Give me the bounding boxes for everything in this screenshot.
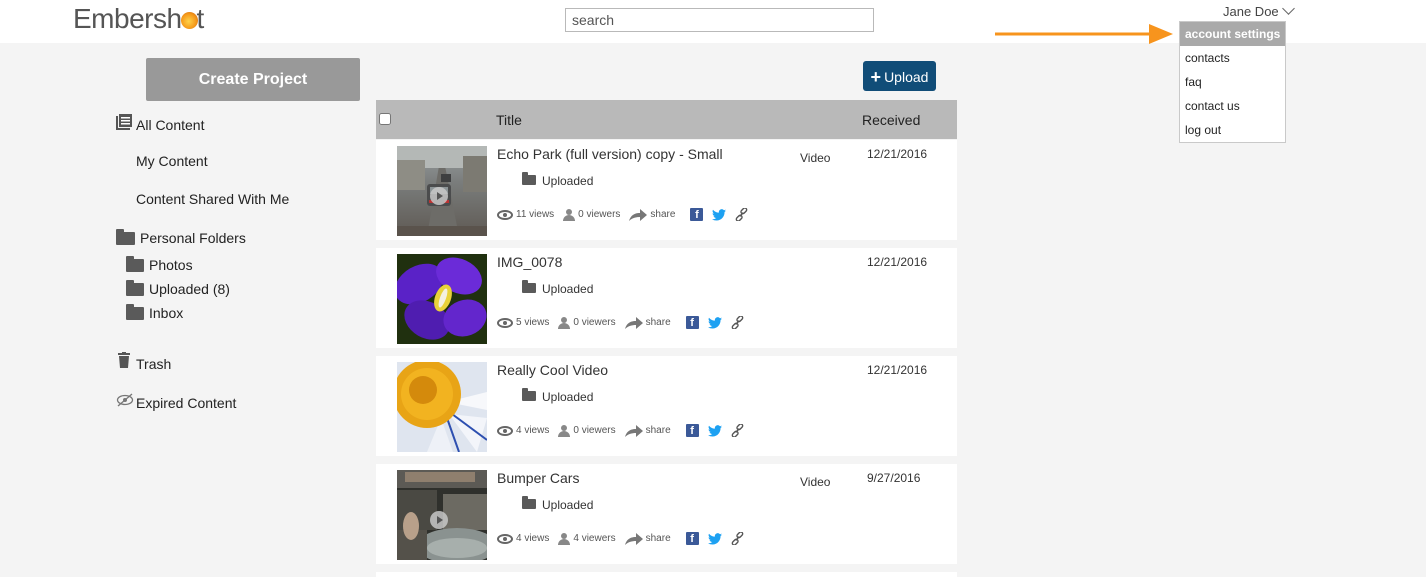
share-button[interactable]: share	[624, 424, 671, 437]
person-icon	[558, 316, 571, 329]
folder-icon	[126, 304, 144, 320]
sidebar-item-all-content[interactable]: All Content	[116, 114, 204, 134]
folder-icon	[522, 172, 536, 185]
item-title[interactable]: IMG_0078	[497, 254, 562, 270]
person-icon	[563, 208, 576, 221]
link-icon[interactable]	[731, 424, 744, 437]
embershot-logo[interactable]: Embersh t	[73, 3, 204, 35]
folder-icon	[522, 496, 536, 509]
photo-thumbnail[interactable]	[397, 254, 487, 344]
facebook-icon[interactable]: f	[685, 424, 699, 437]
menu-item-faq[interactable]: faq	[1180, 70, 1285, 94]
table-header: Title Received	[376, 100, 957, 139]
item-title[interactable]: Really Cool Video	[497, 362, 608, 378]
sidebar-item-personal-folders[interactable]: Personal Folders	[116, 229, 246, 246]
menu-item-account-settings[interactable]: account settings	[1180, 22, 1285, 46]
iris-flower-image	[397, 254, 487, 344]
sidebar-folder-uploaded[interactable]: Uploaded (8)	[126, 280, 230, 297]
table-row[interactable]: Really Cool Video Uploaded 12/21/2016 4 …	[376, 356, 957, 456]
create-project-button[interactable]: Create Project	[146, 58, 360, 101]
folder-icon	[522, 280, 536, 293]
item-type: Video	[800, 475, 831, 489]
link-icon[interactable]	[735, 208, 748, 221]
user-dropdown-menu: account settings contacts faq contact us…	[1179, 21, 1286, 143]
facebook-icon[interactable]: f	[685, 316, 699, 329]
twitter-icon[interactable]	[712, 208, 727, 221]
item-folder: Uploaded	[522, 388, 593, 404]
item-stats: 4 views 4 viewers share f	[497, 532, 744, 545]
facebook-icon[interactable]: f	[690, 208, 704, 221]
library-icon	[116, 114, 132, 130]
sidebar-folder-inbox[interactable]: Inbox	[126, 304, 183, 321]
item-received-date: 12/21/2016	[867, 255, 928, 269]
eye-slash-icon	[116, 393, 134, 407]
orange-arrow-annotation	[995, 24, 1173, 44]
search-input[interactable]	[565, 8, 874, 32]
twitter-icon[interactable]	[707, 424, 722, 437]
menu-item-log-out[interactable]: log out	[1180, 118, 1285, 142]
item-type: Video	[800, 151, 831, 165]
share-arrow-icon	[624, 532, 643, 545]
folder-icon	[522, 388, 536, 401]
flame-icon	[180, 12, 198, 29]
eye-icon	[497, 317, 513, 328]
video-thumbnail[interactable]	[397, 362, 487, 452]
twitter-icon[interactable]	[707, 316, 722, 329]
sidebar-item-expired-content[interactable]: Expired Content	[116, 393, 236, 411]
sidebar-item-shared-with-me[interactable]: Content Shared With Me	[136, 191, 289, 207]
share-button[interactable]: share	[629, 208, 675, 221]
sidebar-folder-photos[interactable]: Photos	[126, 256, 193, 273]
person-icon	[558, 424, 571, 437]
item-stats: 11 views 0 viewers share f	[497, 208, 748, 221]
share-button[interactable]: share	[624, 316, 671, 329]
eye-icon	[497, 533, 513, 544]
user-menu-toggle[interactable]: Jane Doe	[1223, 2, 1295, 19]
menu-item-contact-us[interactable]: contact us	[1180, 94, 1285, 118]
item-received-date: 9/27/2016	[867, 471, 921, 485]
item-received-date: 12/21/2016	[867, 363, 928, 377]
item-received-date: 12/21/2016	[867, 147, 928, 161]
item-folder: Uploaded	[522, 280, 593, 296]
table-row[interactable]: Echo Park (full version) copy - Small Up…	[376, 140, 957, 240]
table-row[interactable]: IMG_0078 Uploaded 12/21/2016 5 views 0 v…	[376, 248, 957, 348]
sidebar-item-my-content[interactable]: My Content	[136, 153, 208, 169]
link-icon[interactable]	[731, 316, 744, 329]
folder-icon	[126, 280, 144, 296]
sidebar-item-trash[interactable]: Trash	[118, 352, 171, 372]
item-folder: Uploaded	[522, 496, 593, 512]
select-all-checkbox[interactable]	[379, 113, 391, 125]
trash-icon	[118, 352, 130, 368]
share-arrow-icon	[624, 316, 643, 329]
share-arrow-icon	[629, 208, 648, 221]
table-row[interactable]: Bumper Cars Uploaded Video 9/27/2016 4 v…	[376, 464, 957, 564]
share-button[interactable]: share	[624, 532, 671, 545]
video-thumbnail[interactable]	[397, 146, 487, 236]
eye-icon	[497, 425, 513, 436]
play-icon	[430, 511, 448, 529]
column-header-received[interactable]: Received	[862, 112, 920, 128]
column-header-title[interactable]: Title	[496, 112, 522, 128]
table-row[interactable]	[376, 572, 957, 577]
item-stats: 5 views 0 viewers share f	[497, 316, 744, 329]
daisy-image	[397, 362, 487, 452]
folder-icon	[116, 229, 135, 245]
chevron-down-icon	[1281, 2, 1295, 15]
menu-item-contacts[interactable]: contacts	[1180, 46, 1285, 70]
link-icon[interactable]	[731, 532, 744, 545]
eye-icon	[497, 209, 513, 220]
video-thumbnail[interactable]	[397, 470, 487, 560]
item-title[interactable]: Echo Park (full version) copy - Small	[497, 146, 723, 162]
item-folder: Uploaded	[522, 172, 593, 188]
twitter-icon[interactable]	[707, 532, 722, 545]
facebook-icon[interactable]: f	[685, 532, 699, 545]
item-title[interactable]: Bumper Cars	[497, 470, 579, 486]
upload-button[interactable]: + Upload	[863, 61, 936, 91]
person-icon	[558, 532, 571, 545]
share-arrow-icon	[624, 424, 643, 437]
item-stats: 4 views 0 viewers share f	[497, 424, 744, 437]
play-icon	[430, 187, 448, 205]
folder-icon	[126, 256, 144, 272]
